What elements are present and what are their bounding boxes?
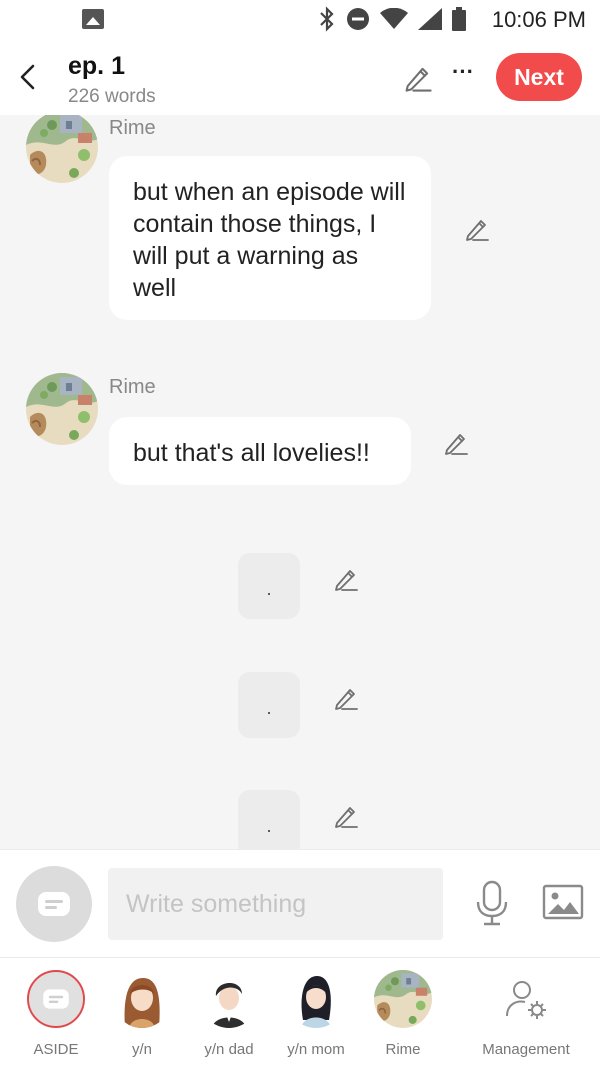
clock: 10:06 PM xyxy=(491,7,586,32)
aside-toggle-button[interactable] xyxy=(16,866,92,942)
episode-title: ep. 1 xyxy=(68,52,125,80)
microphone-icon[interactable] xyxy=(474,880,510,926)
edit-title-button[interactable] xyxy=(402,62,434,94)
narration-bubble[interactable]: . xyxy=(238,790,300,849)
next-button[interactable]: Next xyxy=(496,53,582,101)
word-count: 226 words xyxy=(68,86,156,107)
message-input[interactable] xyxy=(108,868,443,940)
aside-icon xyxy=(27,970,85,1028)
edit-message-icon[interactable] xyxy=(332,802,360,830)
message-bubble[interactable]: but that's all lovelies!! xyxy=(109,417,411,485)
edit-message-icon[interactable] xyxy=(332,565,360,593)
edit-message-icon[interactable] xyxy=(332,684,360,712)
character-label: Rime xyxy=(385,1041,421,1058)
female-avatar xyxy=(113,970,171,1028)
character-rime[interactable]: Rime xyxy=(363,970,443,1058)
signal-icon xyxy=(418,8,442,30)
character-aside[interactable]: ASIDE xyxy=(16,970,96,1058)
battery-icon xyxy=(452,7,466,31)
more-options-button[interactable]: ··· xyxy=(449,61,477,88)
narration-bubble[interactable]: . xyxy=(238,672,300,738)
character-bar: ASIDE y/n y/n dad y/n mom Rime Managemen… xyxy=(0,957,600,1067)
do-not-disturb-icon xyxy=(347,8,369,30)
edit-message-icon[interactable] xyxy=(442,429,470,457)
bluetooth-icon xyxy=(320,6,334,32)
male-avatar xyxy=(200,970,258,1028)
scene-avatar xyxy=(374,970,432,1028)
status-bar: 10:06 PM xyxy=(0,0,600,40)
message-sender: Rime xyxy=(109,117,156,139)
back-button[interactable] xyxy=(12,60,42,94)
character-management[interactable]: Management xyxy=(476,970,576,1058)
message-bubble[interactable]: but when an episode will contain those t… xyxy=(109,156,431,320)
character-yn[interactable]: y/n xyxy=(102,970,182,1058)
chat-area[interactable]: Rime but when an episode will contain th… xyxy=(0,115,600,849)
chevron-left-icon xyxy=(20,64,35,90)
character-yn-mom[interactable]: y/n mom xyxy=(276,970,356,1058)
rime-avatar[interactable] xyxy=(26,115,98,183)
compose-bar xyxy=(0,849,600,957)
character-yn-dad[interactable]: y/n dad xyxy=(189,970,269,1058)
character-label: ASIDE xyxy=(33,1041,79,1058)
character-label: y/n mom xyxy=(287,1041,345,1058)
chat-bubble-icon xyxy=(34,884,74,924)
user-gear-icon xyxy=(497,970,555,1028)
header: ep. 1 226 words ··· Next xyxy=(0,40,600,115)
edit-message-icon[interactable] xyxy=(463,215,491,243)
narration-bubble[interactable]: . xyxy=(238,553,300,619)
character-label: Management xyxy=(482,1041,570,1058)
wifi-icon xyxy=(380,8,408,29)
image-icon[interactable] xyxy=(542,884,584,920)
gallery-notification-icon xyxy=(82,9,104,29)
character-label: y/n dad xyxy=(204,1041,254,1058)
rime-avatar[interactable] xyxy=(26,373,98,445)
message-sender: Rime xyxy=(109,376,156,398)
status-icons xyxy=(318,6,466,32)
female-avatar xyxy=(287,970,345,1028)
character-label: y/n xyxy=(131,1041,152,1058)
